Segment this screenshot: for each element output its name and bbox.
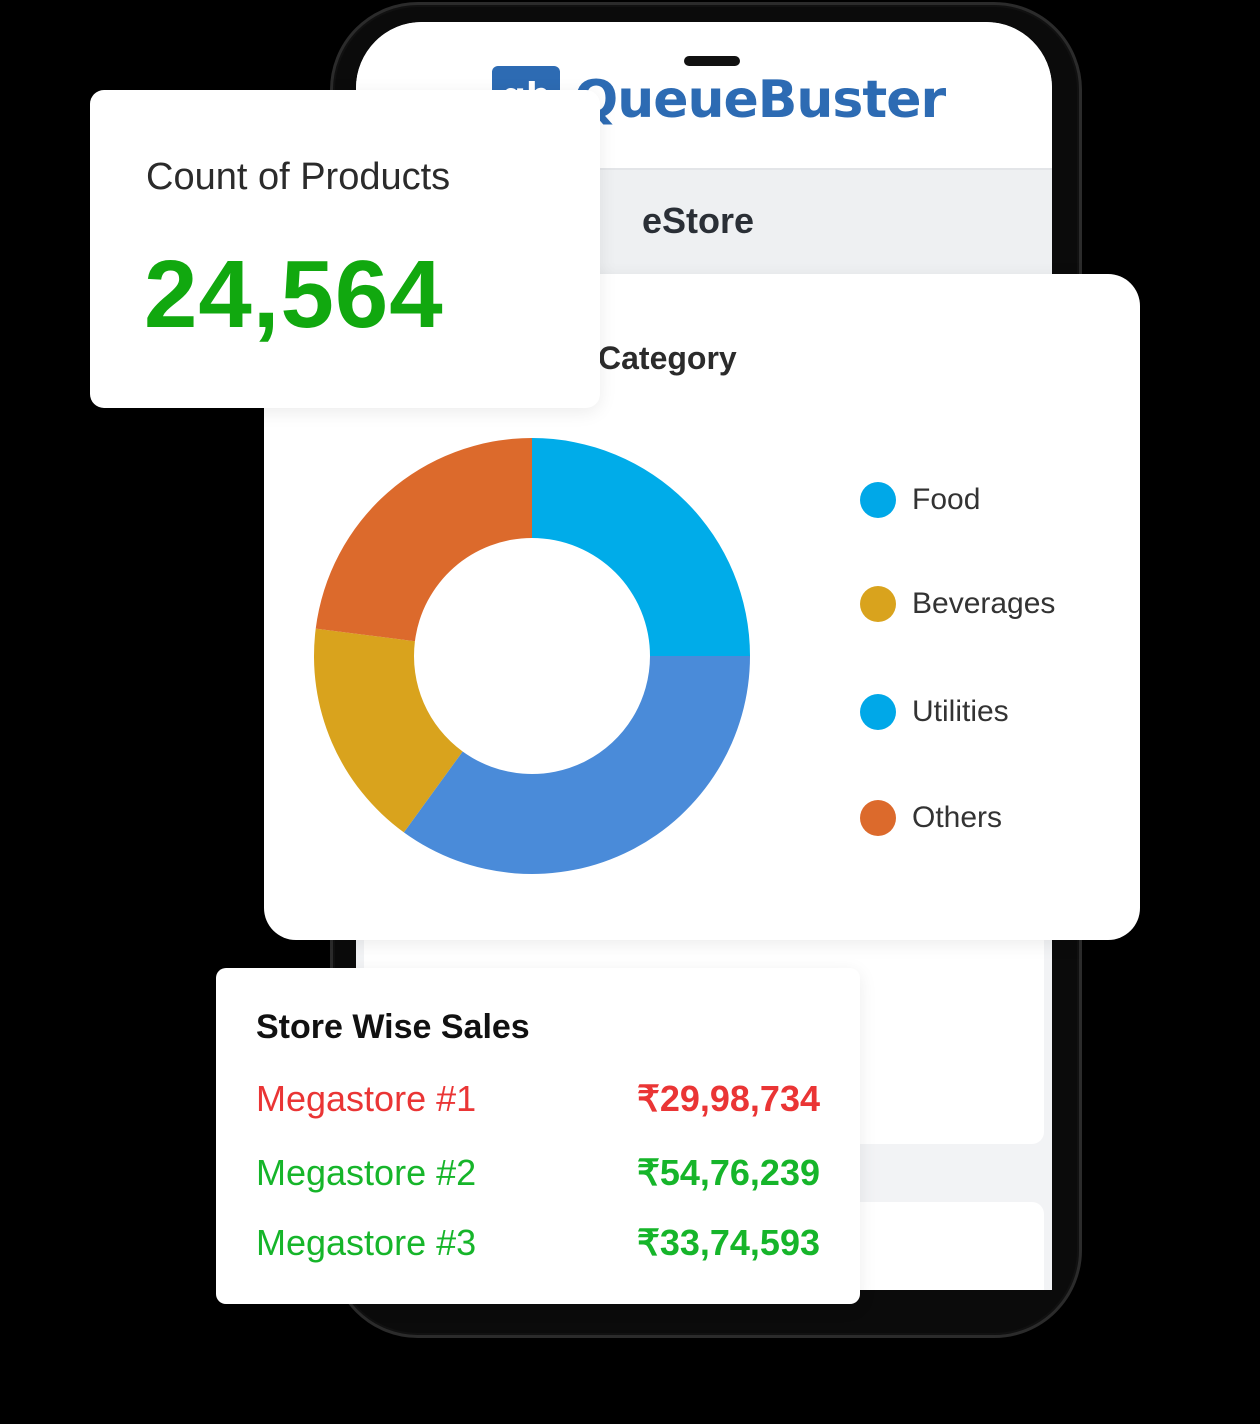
count-of-products-card: Count of Products 24,564 [90, 90, 600, 408]
phone-notch [684, 56, 740, 66]
legend-dot-icon [860, 482, 896, 518]
sales-row: Megastore #1 ₹29,98,734 [256, 1076, 820, 1122]
donut-slice-food [532, 438, 750, 656]
store-name: Megastore #3 [256, 1222, 477, 1263]
store-name: Megastore #2 [256, 1152, 477, 1193]
count-value: 24,564 [144, 241, 444, 348]
legend-label: Food [912, 483, 981, 516]
legend-dot-icon [860, 694, 896, 730]
screen-title: eStore [642, 200, 755, 241]
chart-title: Category [598, 340, 737, 376]
store-amount: ₹29,98,734 [636, 1078, 820, 1119]
store-name: Megastore #1 [256, 1078, 477, 1119]
sales-row: Megastore #3 ₹33,74,593 [256, 1220, 820, 1266]
legend-item-beverages: Beverages [860, 584, 1055, 624]
category-donut-chart [314, 438, 750, 874]
store-wise-sales-card: Store Wise Sales Megastore #1 ₹29,98,734… [216, 968, 860, 1304]
store-amount: ₹33,74,593 [636, 1222, 820, 1263]
sales-row: Megastore #2 ₹54,76,239 [256, 1150, 820, 1196]
legend-label: Utilities [912, 695, 1009, 728]
brand-name: QueueBuster [574, 70, 946, 130]
store-amount: ₹54,76,239 [636, 1152, 820, 1193]
legend-item-utilities: Utilities [860, 692, 1009, 732]
donut-slice-utilities [403, 656, 750, 874]
legend-item-food: Food [860, 480, 980, 520]
legend-label: Others [912, 801, 1003, 834]
legend-label: Beverages [912, 587, 1056, 620]
count-label: Count of Products [146, 156, 451, 198]
legend-dot-icon [860, 800, 896, 836]
donut-slice-others [315, 438, 532, 642]
legend-item-others: Others [860, 798, 1002, 838]
legend-dot-icon [860, 586, 896, 622]
sales-title: Store Wise Sales [256, 1008, 530, 1046]
